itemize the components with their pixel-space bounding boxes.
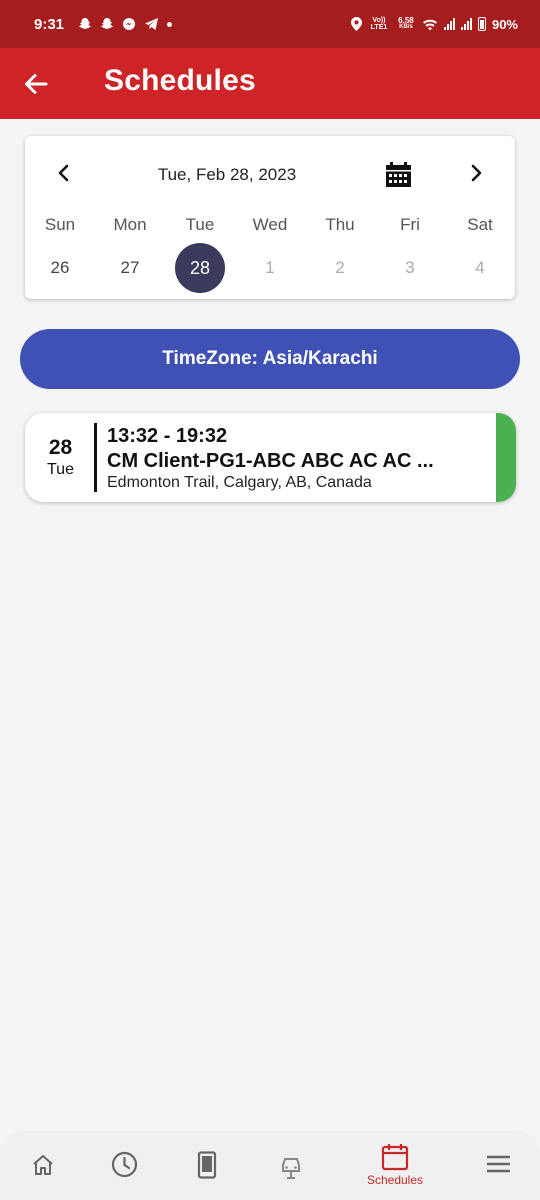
phone-icon xyxy=(197,1151,217,1179)
weekday-label: Fri xyxy=(400,215,420,234)
network-label: Vo)) LTE1 xyxy=(370,17,388,31)
nav-car[interactable] xyxy=(255,1131,325,1200)
nav-clock[interactable] xyxy=(89,1131,159,1200)
weekday-header-row: Sun Mon Tue Wed Thu Fri Sat xyxy=(25,215,515,235)
arrow-left-icon[interactable] xyxy=(22,70,50,98)
day-row: 26 27 28 1 2 3 4 xyxy=(25,243,515,293)
net-speed-value: 6.58 xyxy=(398,16,414,25)
signal-icon xyxy=(460,18,472,30)
wifi-icon xyxy=(422,19,437,30)
more-notifications-dot xyxy=(167,21,173,27)
app-bar: Schedules xyxy=(0,48,540,119)
home-icon xyxy=(33,1155,53,1175)
weekday-label: Tue xyxy=(185,215,215,234)
timezone-label: TimeZone: Asia/Karachi xyxy=(162,348,378,369)
day-cell[interactable]: 26 xyxy=(25,243,95,293)
location-icon xyxy=(350,17,362,31)
schedule-address: Edmonton Trail, Calgary, AB, Canada xyxy=(107,474,372,491)
schedule-day-number: 28 xyxy=(48,436,73,459)
nav-device[interactable] xyxy=(172,1131,242,1200)
car-icon xyxy=(282,1158,300,1179)
nav-home[interactable] xyxy=(7,1131,77,1200)
day-cell[interactable]: 4 xyxy=(445,243,515,293)
calendar-icon[interactable] xyxy=(385,162,412,188)
day-cell-selected[interactable]: 28 xyxy=(165,243,235,293)
day-cell[interactable]: 2 xyxy=(305,243,375,293)
status-time: 9:31 xyxy=(34,15,65,33)
snapchat-icon xyxy=(79,18,92,29)
net-speed-unit: KB/s xyxy=(399,24,413,30)
day-cell[interactable]: 1 xyxy=(235,243,305,293)
calendar-icon xyxy=(381,1144,409,1171)
day-number: 2 xyxy=(335,258,345,277)
clock-icon xyxy=(111,1151,138,1178)
net-speed: 6.58 KB/s xyxy=(396,17,416,31)
calendar-card: Tue, Feb 28, 2023 Sun Mon Tue Wed Thu Fr… xyxy=(25,136,515,299)
weekday-label: Sat xyxy=(467,215,493,234)
battery-level: 90% xyxy=(491,16,518,32)
weekday-label: Wed xyxy=(252,215,288,234)
schedule-day-name: Tue xyxy=(47,461,74,478)
nav-schedules-label: Schedules xyxy=(366,1173,424,1187)
day-number: 26 xyxy=(50,258,70,277)
schedule-status-bar xyxy=(496,413,516,502)
weekday-label: Sun xyxy=(44,215,76,234)
day-cell[interactable]: 27 xyxy=(95,243,165,293)
battery-icon xyxy=(477,17,486,31)
day-cell[interactable]: 3 xyxy=(375,243,445,293)
schedule-time: 13:32 - 19:32 xyxy=(107,425,228,447)
day-number: 28 xyxy=(175,243,225,293)
chevron-right-icon[interactable] xyxy=(465,162,487,184)
timezone-button[interactable]: TimeZone: Asia/Karachi xyxy=(20,329,520,389)
telegram-icon xyxy=(145,18,159,30)
schedule-client: CM Client-PG1-ABC ABC AC AC ... xyxy=(107,450,434,472)
schedule-item[interactable]: 28 Tue 13:32 - 19:32 CM Client-PG1-ABC A… xyxy=(25,413,516,502)
status-right: Vo)) LTE1 6.58 KB/s 90% xyxy=(350,16,518,32)
day-number: 1 xyxy=(265,258,275,277)
day-number: 4 xyxy=(475,258,485,277)
bottom-nav: Schedules xyxy=(0,1131,540,1200)
notification-icons xyxy=(78,17,173,31)
nav-menu[interactable] xyxy=(463,1131,533,1200)
day-number: 27 xyxy=(120,258,140,277)
snapchat-icon xyxy=(101,18,114,29)
menu-icon xyxy=(487,1155,510,1173)
page-title: Schedules xyxy=(104,64,256,97)
day-number: 3 xyxy=(405,258,415,277)
signal-icon xyxy=(443,18,455,30)
status-bar: 9:31 Vo)) LTE1 6.58 KB/s 90% xyxy=(0,0,540,48)
messenger-icon xyxy=(123,18,136,30)
nav-schedules[interactable]: Schedules xyxy=(360,1131,430,1200)
weekday-label: Thu xyxy=(325,215,355,234)
schedule-divider xyxy=(94,423,97,492)
weekday-label: Mon xyxy=(113,215,147,234)
calendar-current-date: Tue, Feb 28, 2023 xyxy=(157,165,297,184)
